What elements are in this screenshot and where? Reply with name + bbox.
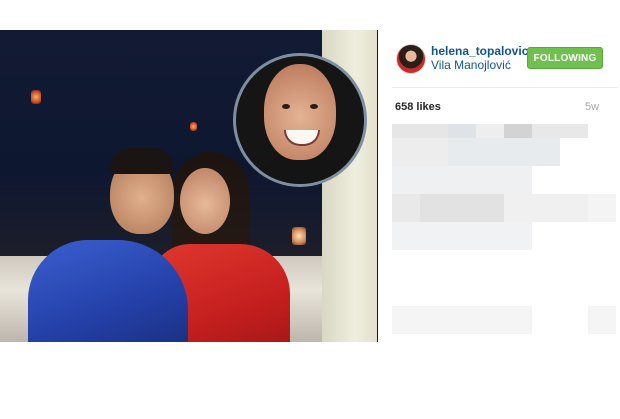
location-link[interactable]: Vila Manojlović <box>431 58 511 72</box>
inset-eye <box>310 104 318 109</box>
header-divider <box>392 87 618 88</box>
candle <box>292 227 306 245</box>
avatar[interactable] <box>396 44 426 74</box>
likes-count[interactable]: 658 likes <box>395 101 441 113</box>
woman-face <box>180 168 230 234</box>
following-button[interactable]: FOLLOWING <box>527 47 603 69</box>
inset-shirt <box>250 156 354 184</box>
post-time: 5w <box>585 101 600 113</box>
panel-divider <box>377 30 378 342</box>
wall-lamp <box>31 90 41 104</box>
inset-eye <box>282 104 290 109</box>
wall-lamp <box>190 122 197 131</box>
username-link[interactable]: helena_topalovic <box>431 44 528 58</box>
inset-portrait <box>233 53 367 187</box>
man-hair <box>110 148 174 174</box>
